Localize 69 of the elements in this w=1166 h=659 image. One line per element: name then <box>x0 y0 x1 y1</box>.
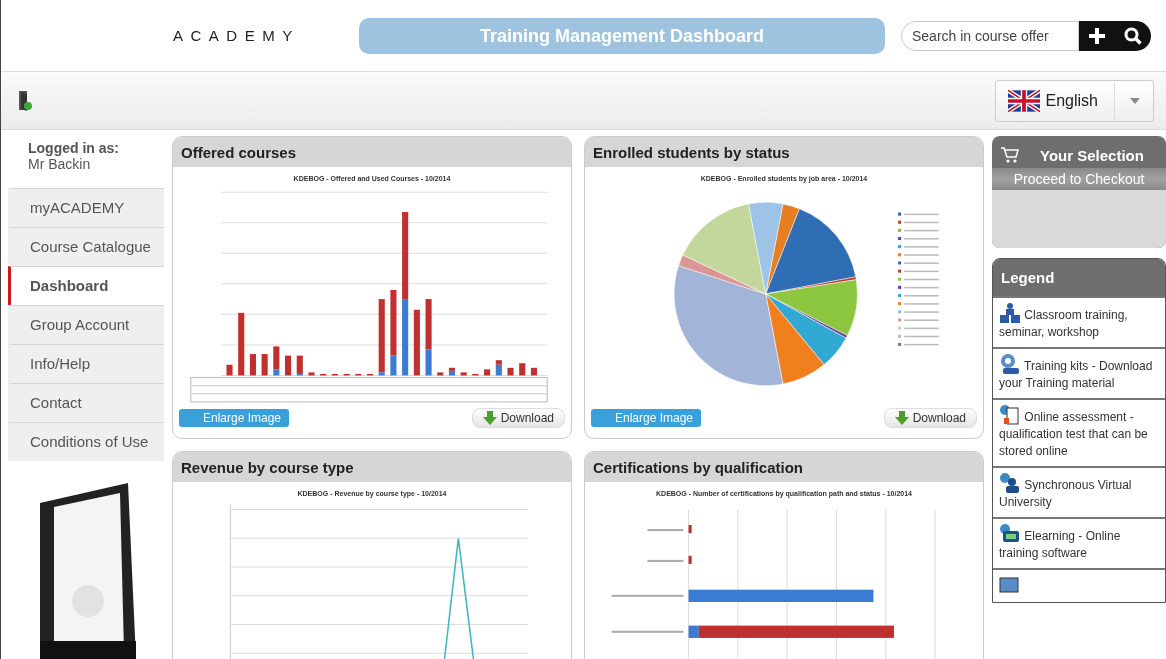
brand-name: ACADEMY <box>173 27 301 44</box>
exit-door-icon[interactable] <box>17 89 33 112</box>
chart-bar <box>249 354 256 376</box>
chart-bar <box>437 372 444 376</box>
chart-bar <box>366 373 374 376</box>
download-button[interactable]: Download <box>471 408 565 428</box>
language-dropdown[interactable]: English <box>994 79 1154 122</box>
sidebar-item[interactable]: Conditions of Use <box>8 422 164 461</box>
chart-bar <box>238 312 245 376</box>
legend-text: Elearning - Online training software <box>999 523 1159 562</box>
legend-text: Training kits - Download your Training material <box>999 353 1159 392</box>
caret-icon <box>1129 96 1141 105</box>
chart-bar <box>355 373 362 376</box>
uk-flag-icon <box>1007 89 1040 112</box>
selection-title: Your Selection <box>1040 146 1144 164</box>
legend-text: Synchronous Virtual University <box>999 472 1159 511</box>
chart-bar <box>688 555 692 564</box>
sidebar-item[interactable]: Course Catalogue <box>8 227 164 266</box>
webcam-person-icon <box>999 353 1021 375</box>
chart-bar <box>296 355 303 376</box>
logged-in-label: Logged in as: <box>28 140 120 156</box>
add-button[interactable] <box>1079 20 1115 51</box>
legend-text: Online assessment - qualification test that can be stored online <box>999 404 1159 460</box>
chart-bar <box>261 354 268 376</box>
search-icon <box>1123 25 1143 46</box>
card-title: Enrolled students by status <box>593 143 790 161</box>
chart-bar <box>285 355 292 376</box>
globe-monitor-icon <box>999 523 1021 545</box>
chart-bar <box>460 372 467 376</box>
chart-bar <box>530 367 537 376</box>
plus-icon <box>1087 25 1107 46</box>
chart-bar <box>343 373 350 376</box>
search-field[interactable]: Search in course offer <box>901 20 1079 51</box>
chart-bar <box>688 524 692 534</box>
user-name: Mr Backin <box>28 156 92 172</box>
card-title: Revenue by course type <box>181 458 354 476</box>
chart-bar <box>273 346 280 376</box>
card-title: Offered courses <box>181 143 297 161</box>
dashboard-title: Training Management Dashboard <box>359 17 885 54</box>
sidebar-item[interactable]: Info/Help <box>8 344 164 383</box>
chart-bar <box>484 369 491 376</box>
download-arrow-icon <box>482 411 497 425</box>
sidebar-item[interactable]: Dashboard <box>8 266 164 305</box>
axis-label-drawing <box>647 529 684 532</box>
download-arrow-icon <box>894 411 909 425</box>
legend-title: Legend <box>1001 269 1055 286</box>
chart-bar <box>448 367 456 376</box>
sidebar-item[interactable]: Group Account <box>8 305 164 344</box>
chart-bar <box>472 373 479 376</box>
monitor-icon <box>999 574 1021 596</box>
sidebar-item[interactable]: myACADEMY <box>8 188 164 227</box>
search-button[interactable] <box>1115 20 1151 51</box>
cart-icon <box>1000 146 1020 164</box>
chart-bar <box>226 364 233 376</box>
chart-bar <box>507 367 514 376</box>
chart-bar <box>320 373 327 376</box>
chart-bar <box>495 360 502 376</box>
globe-person-icon <box>999 472 1021 494</box>
globe-document-icon <box>999 404 1021 426</box>
download-button[interactable]: Download <box>883 408 977 428</box>
chart-bar <box>331 373 338 376</box>
chart-bar <box>308 372 315 376</box>
axis-label-drawing <box>647 559 684 562</box>
chart-bar <box>519 363 526 376</box>
people-group-icon <box>999 302 1021 324</box>
card-title: Certifications by qualification <box>593 458 804 476</box>
chart-bar <box>413 309 420 376</box>
legend-text: Classroom training, seminar, workshop <box>999 302 1159 341</box>
sidebar-item[interactable]: Contact <box>8 383 164 422</box>
